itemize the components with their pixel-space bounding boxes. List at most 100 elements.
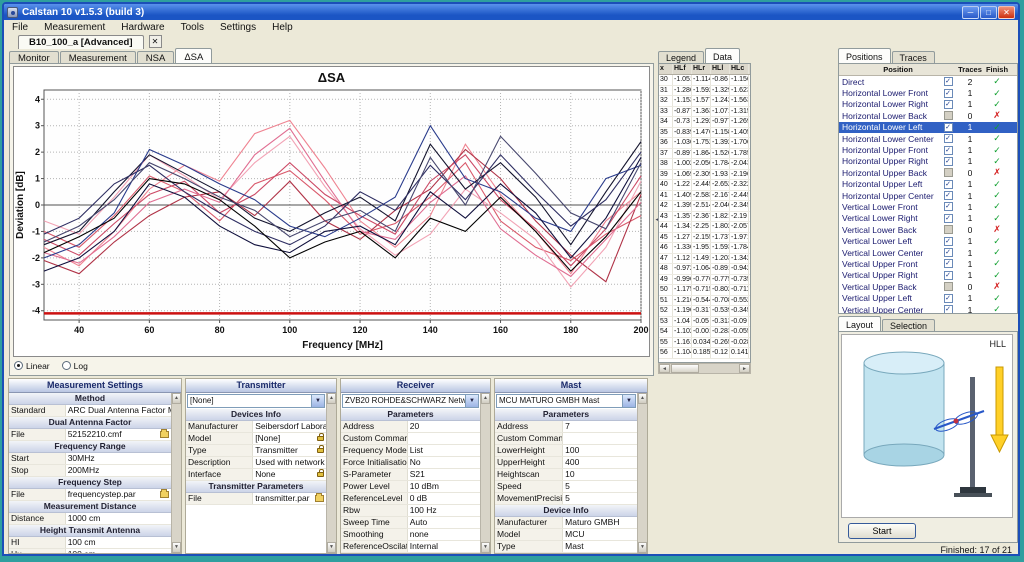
data-row[interactable]: 49-0.996-0.776-0.775-0.735-1 (659, 274, 750, 285)
position-row-horizontal-lower-right[interactable]: Horizontal Lower Right ✓ 1 ✓ (839, 98, 1017, 111)
position-row-vertical-upper-center[interactable]: Vertical Upper Center ✓ 1 ✓ (839, 303, 1017, 313)
data-row[interactable]: 36-1.036-1.752-1.392-1.706-1 (659, 138, 750, 149)
position-row-horizontal-upper-left[interactable]: Horizontal Upper Left ✓ 1 ✓ (839, 178, 1017, 190)
vertical-scrollbar[interactable] (171, 393, 181, 553)
tab-data[interactable]: Data (705, 48, 741, 63)
position-row-horizontal-lower-front[interactable]: Horizontal Lower Front ✓ 1 ✓ (839, 87, 1017, 99)
position-row-horizontal-upper-center[interactable]: Horizontal Upper Center ✓ 1 ✓ (839, 189, 1017, 202)
checked-checkbox[interactable]: ✓ (943, 179, 953, 189)
menu-help[interactable]: Help (264, 22, 301, 33)
property-row-smoothing[interactable]: Smoothing none (341, 529, 480, 541)
property-row-description[interactable]: DescriptionUsed with network analyzer (186, 457, 326, 469)
unchecked-checkbox[interactable] (943, 282, 953, 292)
checked-checkbox[interactable]: ✓ (943, 134, 953, 144)
start-button[interactable]: Start (848, 523, 916, 539)
column-header-hlc[interactable]: HLc (730, 64, 749, 74)
property-row-custom-command[interactable]: Custom Command (341, 433, 480, 445)
minimize-button[interactable]: ─ (962, 5, 979, 19)
property-row-heightscan[interactable]: Heightscan 10 (495, 469, 637, 481)
device-dropdown[interactable]: MCU MATURO GMBH Mast ▼ (496, 394, 636, 408)
checked-checkbox[interactable]: ✓ (943, 305, 953, 313)
data-row[interactable]: 42-1.395-2.514-2.046-2.345-1 (659, 201, 750, 212)
property-row-referenceoscilator[interactable]: ReferenceOscilatorInternal (341, 541, 480, 553)
close-button[interactable]: ✕ (998, 5, 1015, 19)
data-row[interactable]: 40-1.22-2.445-2.652-2.322-1 (659, 180, 750, 191)
data-row[interactable]: 39-1.069-2.309-1.93-2.196-1 (659, 169, 750, 180)
scroll-left-icon[interactable]: ◄ (659, 364, 670, 373)
column-header-hll[interactable]: HLl (711, 64, 730, 74)
data-row[interactable]: 51-1.216-0.544-0.708-0.552-1 (659, 295, 750, 306)
tab-positions[interactable]: Positions (838, 48, 891, 63)
vertical-scrollbar[interactable] (480, 393, 490, 553)
column-header-traces[interactable]: Traces (957, 64, 983, 75)
property-row-upperheight[interactable]: UpperHeight 400 (495, 457, 637, 469)
column-header-position[interactable]: Position (839, 64, 957, 75)
position-row-vertical-upper-back[interactable]: Vertical Upper Back 0 ✗ (839, 281, 1017, 293)
data-row[interactable]: 48-0.972-1.064-0.891-0.942-1 (659, 264, 750, 275)
property-row-speed[interactable]: Speed 5 (495, 481, 637, 493)
document-tab-close-icon[interactable]: ✕ (148, 35, 162, 48)
property-row-force-initialisation[interactable]: Force Initialisation No (341, 457, 480, 469)
menu-hardware[interactable]: Hardware (113, 22, 172, 33)
checked-checkbox[interactable]: ✓ (943, 99, 953, 109)
property-row-model[interactable]: Model MCU (495, 529, 637, 541)
position-row-vertical-lower-right[interactable]: Vertical Lower Right ✓ 1 ✓ (839, 212, 1017, 225)
column-header-hlf[interactable]: HLf (673, 64, 692, 74)
checked-checkbox[interactable]: ✓ (943, 213, 953, 223)
property-row-type[interactable]: Type Transmitter (186, 445, 326, 457)
unchecked-checkbox[interactable] (943, 168, 953, 178)
unchecked-checkbox[interactable] (943, 111, 953, 121)
checked-checkbox[interactable]: ✓ (943, 293, 953, 303)
checked-checkbox[interactable]: ✓ (943, 236, 953, 246)
position-row-vertical-upper-left[interactable]: Vertical Upper Left ✓ 1 ✓ (839, 292, 1017, 304)
position-row-vertical-lower-left[interactable]: Vertical Lower Left ✓ 1 ✓ (839, 235, 1017, 247)
menu-file[interactable]: File (4, 22, 36, 33)
checked-checkbox[interactable]: ✓ (943, 77, 953, 87)
radio-linear[interactable]: Linear (14, 361, 50, 371)
unchecked-checkbox[interactable] (943, 225, 953, 235)
scroll-thumb[interactable] (671, 364, 699, 373)
data-row[interactable]: 35-0.839-1.476-1.158-1.405-0 (659, 127, 750, 138)
folder-icon[interactable] (160, 489, 169, 498)
chevron-down-icon[interactable]: ▼ (311, 395, 324, 407)
tab--sa[interactable]: ΔSA (175, 48, 213, 64)
data-table-hscrollbar[interactable]: ◄ ► (658, 363, 751, 374)
data-row[interactable]: 32-1.153-1.577-1.242-1.563-1 (659, 96, 750, 107)
property-row-standard[interactable]: StandardARC Dual Antenna Factor Method (9, 405, 171, 417)
property-row-stop[interactable]: Stop 200MHz (9, 465, 171, 477)
position-row-vertical-lower-front[interactable]: Vertical Lower Front ✓ 1 ✓ (839, 201, 1017, 213)
position-row-vertical-lower-back[interactable]: Vertical Lower Back 0 ✗ (839, 224, 1017, 236)
position-row-horizontal-lower-back[interactable]: Horizontal Lower Back 0 ✗ (839, 110, 1017, 122)
property-row-hu[interactable]: Hu100 cm (9, 549, 171, 553)
position-row-horizontal-upper-right[interactable]: Horizontal Upper Right ✓ 1 ✓ (839, 155, 1017, 168)
property-row-movementprecision[interactable]: MovementPrecision5 (495, 493, 637, 505)
radio-log[interactable]: Log (61, 361, 88, 371)
data-row[interactable]: 46-1.336-1.951-1.593-1.784-1 (659, 243, 750, 254)
data-row[interactable]: 33-0.877-1.363-1.071-1.315-1 (659, 106, 750, 117)
property-row-model[interactable]: Model [None] (186, 433, 326, 445)
position-row-horizontal-upper-back[interactable]: Horizontal Upper Back 0 ✗ (839, 167, 1017, 179)
data-row[interactable]: 53-1.04-0.05-0.313-0.09-1 (659, 316, 750, 327)
data-row[interactable]: 45-1.27-2.155-1.737-1.971-1 (659, 232, 750, 243)
property-row-start[interactable]: Start 30MHz (9, 453, 171, 465)
position-row-horizontal-lower-left[interactable]: Horizontal Lower Left ✓ 1 ✓ (839, 121, 1017, 133)
tab-layout[interactable]: Layout (838, 316, 882, 331)
checked-checkbox[interactable]: ✓ (943, 156, 953, 166)
position-row-vertical-upper-front[interactable]: Vertical Upper Front ✓ 1 ✓ (839, 258, 1017, 270)
property-row-file[interactable]: File frequencystep.par (9, 489, 171, 501)
property-row-custom-command[interactable]: Custom Command (495, 433, 637, 445)
property-row-hi[interactable]: HI 100 cm (9, 537, 171, 549)
position-row-horizontal-upper-front[interactable]: Horizontal Upper Front ✓ 1 ✓ (839, 144, 1017, 156)
property-row-manufacturer[interactable]: ManufacturerSeibersdorf Laboratories (186, 421, 326, 433)
menu-tools[interactable]: Tools (173, 22, 212, 33)
scroll-right-icon[interactable]: ► (739, 364, 750, 373)
data-row[interactable]: 41-1.409-2.583-2.167-2.445-1 (659, 190, 750, 201)
property-row-sweep-time[interactable]: Sweep Time Auto (341, 517, 480, 529)
tab-selection[interactable]: Selection (882, 319, 936, 331)
device-dropdown[interactable]: ZVB20 ROHDE&SCHWARZ NetworkAnalyz▼ (342, 394, 479, 408)
data-row[interactable]: 31-1.286-1.592-1.329-1.623-1 (659, 85, 750, 96)
data-row[interactable]: 55-1.1610.034-0.265-0.028-1 (659, 337, 750, 348)
column-header-x[interactable]: x (659, 64, 673, 74)
position-row-vertical-upper-right[interactable]: Vertical Upper Right ✓ 1 ✓ (839, 269, 1017, 282)
checked-checkbox[interactable]: ✓ (943, 259, 953, 269)
